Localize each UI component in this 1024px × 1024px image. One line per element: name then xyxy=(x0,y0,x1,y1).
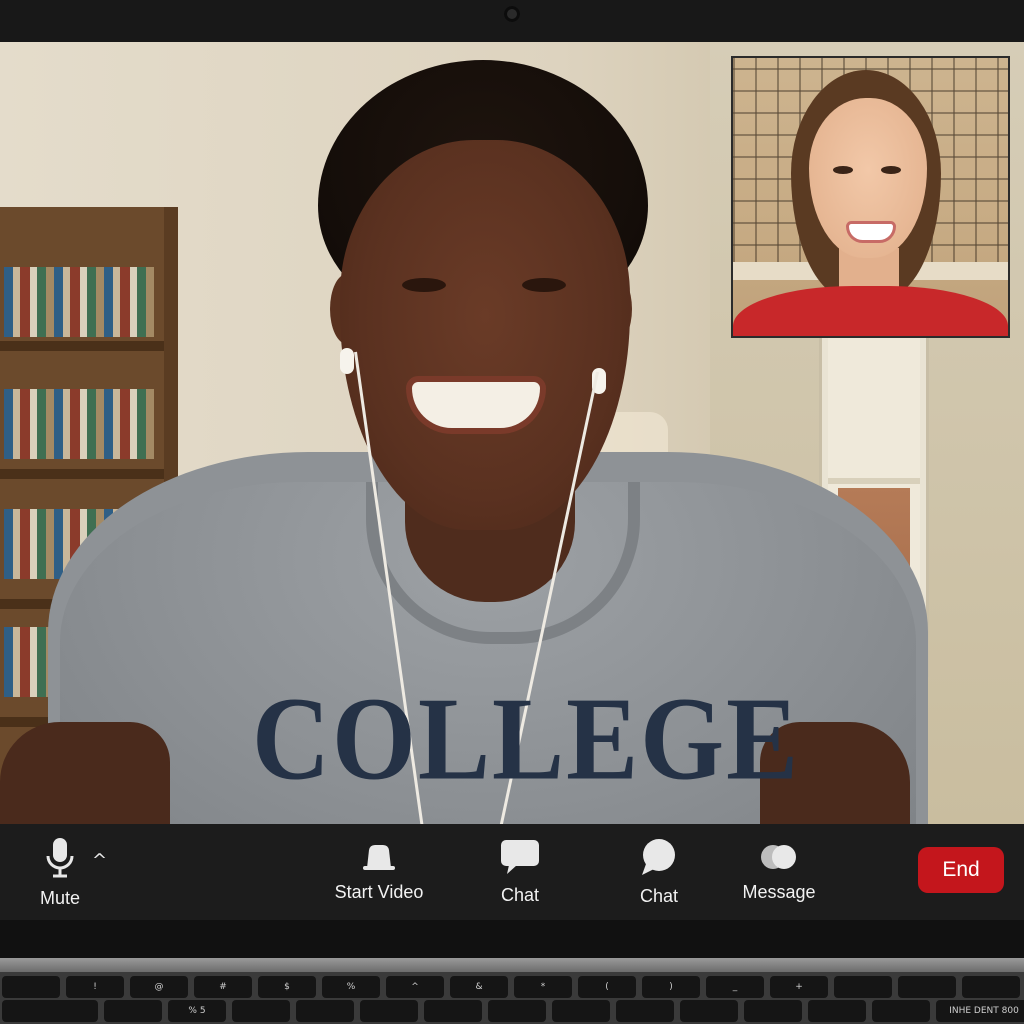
keyboard-key[interactable] xyxy=(616,1000,674,1022)
keyboard-key[interactable]: % xyxy=(322,976,380,998)
keyboard-key[interactable] xyxy=(296,1000,354,1022)
keyboard-key[interactable]: & xyxy=(450,976,508,998)
keyboard-key[interactable] xyxy=(232,1000,290,1022)
keyboard-row: % 5 INHE DENT 800 xyxy=(0,1000,1024,1024)
keyboard-key[interactable] xyxy=(872,1000,930,1022)
self-view-smile xyxy=(849,224,893,240)
keyboard-key[interactable] xyxy=(488,1000,546,1022)
chat-bubble-icon xyxy=(500,839,540,875)
keyboard-key[interactable] xyxy=(744,1000,802,1022)
keyboard-key[interactable]: ^ xyxy=(386,976,444,998)
start-video-button[interactable]: Start Video xyxy=(330,824,428,920)
chat-label: Chat xyxy=(500,884,540,905)
bookshelf-shelf xyxy=(0,469,164,479)
laptop-keyboard: ! @ # $ % ^ & * ( ) _ + % 5 INHE DENT 80… xyxy=(0,972,1024,1024)
chat-label-2: Chat xyxy=(639,885,679,906)
self-view-thumbnail[interactable] xyxy=(731,56,1010,338)
microphone-icon xyxy=(45,836,75,878)
mute-label: Mute xyxy=(39,887,81,908)
keyboard-key[interactable] xyxy=(898,976,956,998)
laptop-bezel-top xyxy=(0,0,1024,42)
self-view-shirt xyxy=(733,286,1008,336)
person-eye xyxy=(402,278,446,292)
keyboard-key[interactable] xyxy=(2,1000,98,1022)
keyboard-key[interactable] xyxy=(2,976,60,998)
keyboard-key[interactable] xyxy=(104,1000,162,1022)
keyboard-key[interactable] xyxy=(680,1000,738,1022)
keyboard-key[interactable]: * xyxy=(514,976,572,998)
shirt-college-text: COLLEGE xyxy=(252,674,801,805)
speech-bubble-icon xyxy=(640,838,678,876)
laptop-hinge xyxy=(0,958,1024,972)
keyboard-key[interactable] xyxy=(962,976,1020,998)
person-smile xyxy=(412,382,540,428)
keyboard-key[interactable]: @ xyxy=(130,976,188,998)
person-left-arm xyxy=(0,722,170,824)
meeting-control-bar: Mute ^ Start Video Chat Chat Message xyxy=(0,824,1024,920)
keyboard-key[interactable]: $ xyxy=(258,976,316,998)
person-face xyxy=(340,140,630,530)
message-label: Message xyxy=(742,881,816,902)
keyboard-key[interactable]: % 5 xyxy=(168,1000,226,1022)
keyboard-key[interactable] xyxy=(424,1000,482,1022)
end-call-button[interactable]: End xyxy=(918,847,1004,893)
keyboard-key[interactable]: # xyxy=(194,976,252,998)
earbud-icon xyxy=(340,348,354,374)
chat-button[interactable]: Chat xyxy=(490,824,550,920)
keyboard-key[interactable]: INHE DENT 800 xyxy=(936,1000,1024,1022)
keyboard-row: ! @ # $ % ^ & * ( ) _ + xyxy=(0,976,1024,1000)
bookshelf-books xyxy=(4,267,154,337)
self-view-eye xyxy=(833,166,853,174)
keyboard-key[interactable]: ) xyxy=(642,976,700,998)
message-bubbles-icon xyxy=(760,842,798,872)
keyboard-key[interactable] xyxy=(552,1000,610,1022)
message-button[interactable]: Message xyxy=(738,824,820,920)
keyboard-key[interactable] xyxy=(834,976,892,998)
start-video-label: Start Video xyxy=(334,881,424,902)
mute-button[interactable]: Mute xyxy=(30,824,90,920)
keyboard-key[interactable] xyxy=(808,1000,866,1022)
bookshelf-shelf xyxy=(0,341,164,351)
chat-button-2[interactable]: Chat xyxy=(629,824,689,920)
keyboard-key[interactable]: ! xyxy=(66,976,124,998)
chevron-up-icon[interactable]: ^ xyxy=(92,850,107,871)
person-eye xyxy=(522,278,566,292)
keyboard-key[interactable] xyxy=(360,1000,418,1022)
laptop-bezel-bottom xyxy=(0,920,1024,960)
video-camera-icon xyxy=(361,842,397,872)
webcam-icon xyxy=(504,6,520,22)
keyboard-key[interactable]: _ xyxy=(706,976,764,998)
keyboard-key[interactable]: ( xyxy=(578,976,636,998)
keyboard-key[interactable]: + xyxy=(770,976,828,998)
bookshelf-books xyxy=(4,389,154,459)
self-view-eye xyxy=(881,166,901,174)
